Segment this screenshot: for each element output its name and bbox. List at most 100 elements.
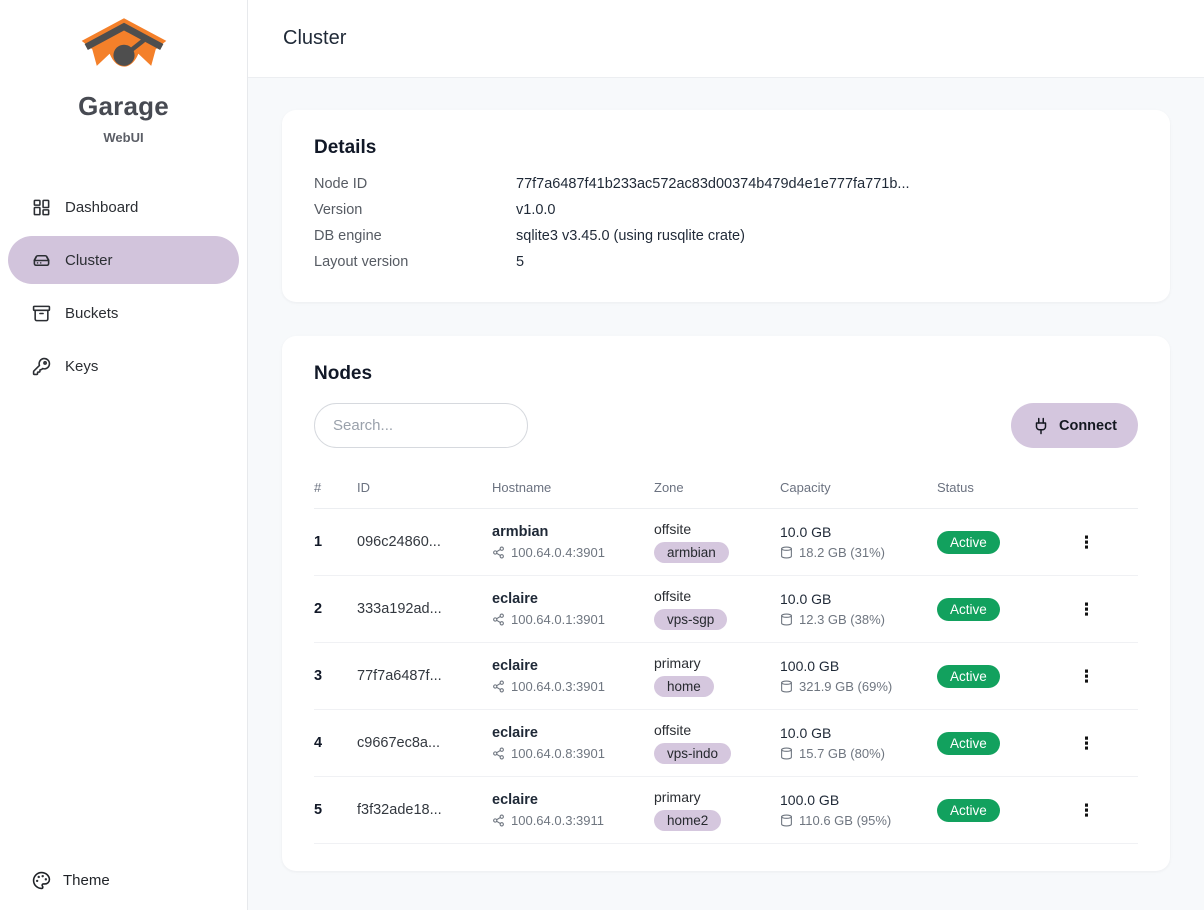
share-nodes-icon — [492, 680, 505, 693]
sidebar-item-label: Keys — [65, 358, 98, 375]
table-row: 4 c9667ec8a... eclaire 100.64.0.8:3901 — [314, 710, 1138, 777]
node-used: 110.6 GB (95%) — [799, 813, 891, 828]
details-card: Details Node ID 77f7a6487f41b233ac572ac8… — [282, 110, 1170, 302]
node-number: 5 — [314, 777, 357, 844]
node-used-line: 12.3 GB (38%) — [780, 612, 937, 627]
kebab-menu-icon[interactable]: ⋮ — [1068, 664, 1105, 689]
status-badge: Active — [937, 531, 1000, 554]
sidebar-nav: Dashboard Cluster Buckets — [0, 183, 247, 390]
node-capacity: 10.0 GB — [780, 591, 937, 607]
node-capacity: 10.0 GB — [780, 725, 937, 741]
nodes-title: Nodes — [314, 363, 1138, 385]
kebab-menu-icon[interactable]: ⋮ — [1068, 798, 1105, 823]
detail-label: Node ID — [314, 176, 516, 192]
sidebar-item-label: Cluster — [65, 252, 113, 269]
node-address-line: 100.64.0.3:3901 — [492, 679, 654, 694]
table-row: 1 096c24860... armbian 100.64.0.4:3901 — [314, 509, 1138, 576]
table-header-row: # ID Hostname Zone Capacity Status — [314, 474, 1138, 509]
sidebar-item-dashboard[interactable]: Dashboard — [8, 183, 239, 231]
node-zone-tag-badge: home2 — [654, 810, 721, 831]
dashboard-grid-icon — [32, 198, 51, 217]
palette-icon — [32, 871, 51, 890]
details-title: Details — [314, 137, 1138, 159]
node-id: 77f7a6487f... — [357, 643, 492, 710]
kebab-menu-icon[interactable]: ⋮ — [1068, 597, 1105, 622]
nodes-table: # ID Hostname Zone Capacity Status 1 096… — [314, 474, 1138, 844]
detail-label: DB engine — [314, 228, 516, 244]
theme-button[interactable]: Theme — [32, 871, 110, 890]
archive-box-icon — [32, 304, 51, 323]
node-hostname: armbian — [492, 524, 654, 540]
node-used-line: 110.6 GB (95%) — [780, 813, 937, 828]
nodes-card: Nodes Connect — [282, 336, 1170, 871]
node-used: 18.2 GB (31%) — [799, 545, 885, 560]
share-nodes-icon — [492, 814, 505, 827]
plug-icon — [1032, 417, 1050, 435]
sidebar-item-buckets[interactable]: Buckets — [8, 289, 239, 337]
share-nodes-icon — [492, 546, 505, 559]
detail-value: 5 — [516, 254, 524, 270]
node-id: c9667ec8a... — [357, 710, 492, 777]
node-hostname: eclaire — [492, 591, 654, 607]
node-address: 100.64.0.3:3901 — [511, 679, 605, 694]
node-number: 4 — [314, 710, 357, 777]
node-capacity: 10.0 GB — [780, 524, 937, 540]
node-used: 15.7 GB (80%) — [799, 746, 885, 761]
status-badge: Active — [937, 665, 1000, 688]
node-used: 12.3 GB (38%) — [799, 612, 885, 627]
status-badge: Active — [937, 598, 1000, 621]
details-rows: Node ID 77f7a6487f41b233ac572ac83d00374b… — [314, 171, 1138, 275]
brand-subtitle: WebUI — [0, 130, 247, 145]
node-zone: primary — [654, 789, 780, 805]
search-input[interactable] — [314, 403, 528, 448]
sidebar-item-label: Buckets — [65, 305, 118, 322]
node-zone: primary — [654, 655, 780, 671]
brand: Garage WebUI — [0, 0, 247, 145]
column-header-id: ID — [357, 474, 492, 509]
detail-row-db-engine: DB engine sqlite3 v3.45.0 (using rusqlit… — [314, 223, 1138, 249]
node-used: 321.9 GB (69%) — [799, 679, 892, 694]
node-used-line: 321.9 GB (69%) — [780, 679, 937, 694]
node-number: 3 — [314, 643, 357, 710]
detail-value: sqlite3 v3.45.0 (using rusqlite crate) — [516, 228, 745, 244]
detail-row-node-id: Node ID 77f7a6487f41b233ac572ac83d00374b… — [314, 171, 1138, 197]
column-header-actions — [1068, 474, 1138, 509]
status-badge: Active — [937, 732, 1000, 755]
node-address-line: 100.64.0.8:3901 — [492, 746, 654, 761]
content: Details Node ID 77f7a6487f41b233ac572ac8… — [248, 78, 1204, 910]
main-area: Cluster Details Node ID 77f7a6487f41b233… — [248, 0, 1204, 910]
database-icon — [780, 613, 793, 626]
connect-label: Connect — [1059, 418, 1117, 434]
database-icon — [780, 747, 793, 760]
column-header-status: Status — [937, 474, 1068, 509]
node-hostname: eclaire — [492, 725, 654, 741]
detail-label: Version — [314, 202, 516, 218]
connect-button[interactable]: Connect — [1011, 403, 1138, 448]
node-zone: offsite — [654, 722, 780, 738]
topbar: Cluster — [248, 0, 1204, 78]
node-address-line: 100.64.0.4:3901 — [492, 545, 654, 560]
database-icon — [780, 546, 793, 559]
node-id: f3f32ade18... — [357, 777, 492, 844]
sidebar-item-keys[interactable]: Keys — [8, 342, 239, 390]
node-number: 1 — [314, 509, 357, 576]
status-badge: Active — [937, 799, 1000, 822]
kebab-menu-icon[interactable]: ⋮ — [1068, 731, 1105, 756]
detail-row-layout-version: Layout version 5 — [314, 249, 1138, 275]
table-row: 3 77f7a6487f... eclaire 100.64.0.3:3901 — [314, 643, 1138, 710]
kebab-menu-icon[interactable]: ⋮ — [1068, 530, 1105, 555]
column-header-hostname: Hostname — [492, 474, 654, 509]
sidebar-item-cluster[interactable]: Cluster — [8, 236, 239, 284]
node-number: 2 — [314, 576, 357, 643]
app-root: Garage WebUI Dashboard Cluster — [0, 0, 1204, 910]
node-zone-tag-badge: home — [654, 676, 714, 697]
node-zone-tag-badge: armbian — [654, 542, 729, 563]
sidebar: Garage WebUI Dashboard Cluster — [0, 0, 248, 910]
detail-row-version: Version v1.0.0 — [314, 197, 1138, 223]
key-icon — [32, 357, 51, 376]
node-id: 333a192ad... — [357, 576, 492, 643]
node-hostname: eclaire — [492, 792, 654, 808]
node-address-line: 100.64.0.1:3901 — [492, 612, 654, 627]
node-address: 100.64.0.4:3901 — [511, 545, 605, 560]
node-address-line: 100.64.0.3:3911 — [492, 813, 654, 828]
